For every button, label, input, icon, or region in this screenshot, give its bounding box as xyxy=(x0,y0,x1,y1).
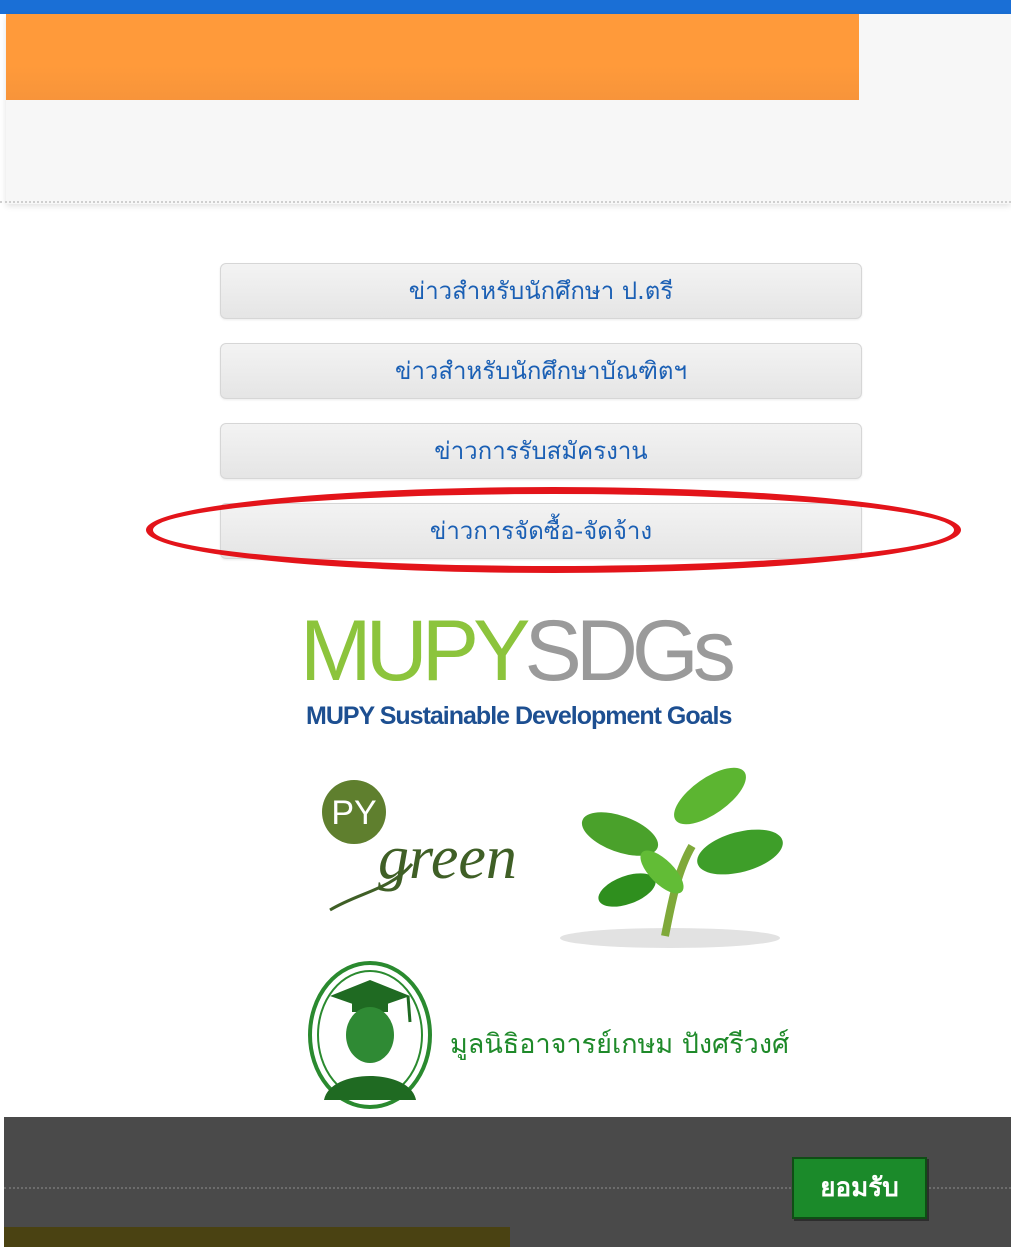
cookie-footer-strip xyxy=(4,1227,510,1247)
cookie-consent-bar: ยอมรับ xyxy=(4,1117,1011,1247)
py-badge-text: PY xyxy=(331,794,376,832)
accept-button[interactable]: ยอมรับ xyxy=(792,1157,927,1219)
leaf-icon xyxy=(674,767,746,825)
foundation-seal-icon xyxy=(308,961,432,1109)
sdg-logo-subtitle: MUPY Sustainable Development Goals xyxy=(306,702,732,730)
menu-item-job-news[interactable]: ข่าวการรับสมัครงาน xyxy=(220,423,862,479)
top-accent-bar xyxy=(0,0,1011,14)
py-green-logo[interactable]: PY green xyxy=(320,760,790,950)
foundation-logo[interactable]: มูลนิธิอาจารย์เกษม ปังศรีวงศ์ xyxy=(300,960,800,1120)
menu-item-procurement-news[interactable]: ข่าวการจัดซื้อ-จัดจ้าง xyxy=(220,503,862,559)
news-menu: ข่าวสำหรับนักศึกษา ป.ตรี ข่าวสำหรับนักศึ… xyxy=(220,263,862,583)
divider xyxy=(0,201,1011,203)
leaf-icon xyxy=(697,829,783,875)
sdg-logo[interactable]: MUPYSDGs MUPY Sustainable Development Go… xyxy=(300,608,780,731)
green-word: green xyxy=(378,824,517,892)
orange-banner xyxy=(6,14,859,100)
foundation-name: มูลนิธิอาจารย์เกษม ปังศรีวงศ์ xyxy=(450,1029,790,1060)
py-green-graphic: PY green xyxy=(322,767,783,948)
sdg-logo-title: MUPYSDGs xyxy=(300,603,736,699)
menu-item-undergrad-news[interactable]: ข่าวสำหรับนักศึกษา ป.ตรี xyxy=(220,263,862,319)
menu-item-graduate-news[interactable]: ข่าวสำหรับนักศึกษาบัณฑิตฯ xyxy=(220,343,862,399)
